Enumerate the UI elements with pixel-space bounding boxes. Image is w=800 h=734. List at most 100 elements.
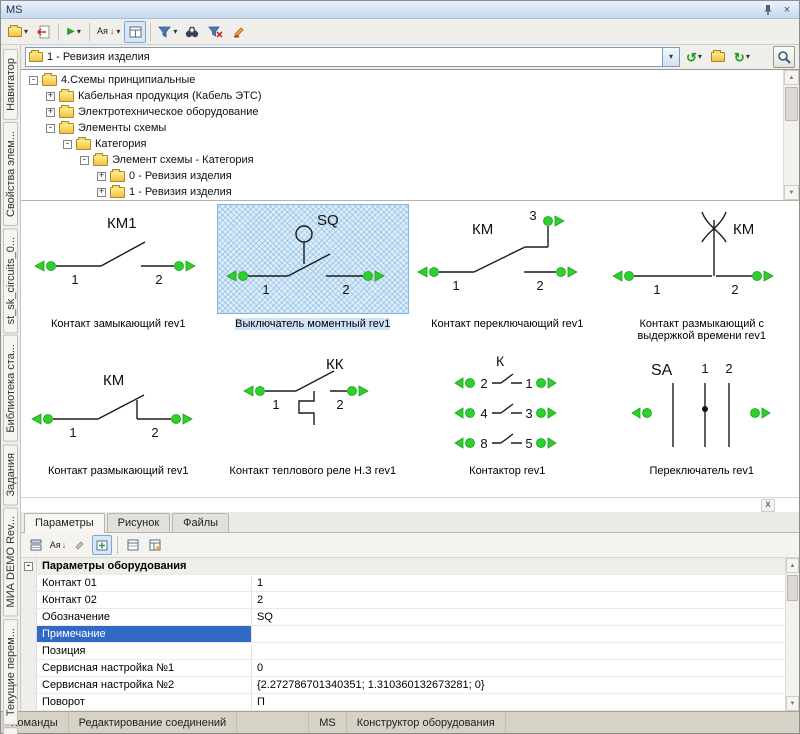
filter-clear-button[interactable]: [204, 21, 226, 43]
collapse-toggle[interactable]: -: [46, 124, 55, 133]
toolbar-separator: [58, 23, 59, 41]
symbol-card-momentary-switch[interactable]: SQ 1 2 Выключатель моментный rev1: [216, 203, 411, 350]
apply-button[interactable]: [92, 535, 112, 555]
collapse-toggle[interactable]: -: [29, 76, 38, 85]
property-value[interactable]: SQ: [252, 609, 785, 625]
history-back-button[interactable]: ↺ ▾: [683, 46, 705, 68]
sidebar-tab-current-variables[interactable]: Текущие перем...: [3, 619, 18, 725]
property-value[interactable]: 0: [252, 660, 785, 676]
sort-alpha-button[interactable]: Ая ↓: [48, 535, 68, 555]
scroll-down-button[interactable]: ▼: [786, 696, 799, 711]
form-view-icon: [127, 539, 139, 551]
property-row[interactable]: Поворот П: [21, 694, 785, 711]
search-button[interactable]: [773, 46, 795, 68]
tree-scrollbar[interactable]: ▲ ▼: [783, 70, 799, 200]
tree-node[interactable]: - Категория: [21, 136, 783, 152]
tree-node[interactable]: - Элементы схемы: [21, 120, 783, 136]
tree-node[interactable]: - 4.Схемы принципиальные: [21, 72, 783, 88]
history-forward-button[interactable]: ↻ ▾: [731, 46, 753, 68]
tree-node[interactable]: + 0 - Ревизия изделия: [21, 168, 783, 184]
collapse-toggle[interactable]: +: [46, 92, 55, 101]
sidebar-tab-tasks[interactable]: Задания: [3, 444, 18, 505]
layout-toggle-button[interactable]: [124, 21, 146, 43]
property-value[interactable]: [252, 626, 785, 642]
sidebar-tab-navigator[interactable]: Навигатор: [3, 49, 18, 120]
tab-parameters[interactable]: Параметры: [24, 513, 105, 533]
property-value[interactable]: 1: [252, 575, 785, 591]
close-x-button[interactable]: x: [761, 499, 775, 512]
sidebar-tab-standard-library[interactable]: Библиотека ста...: [3, 335, 18, 442]
filter-button[interactable]: ▾: [155, 21, 180, 43]
property-row[interactable]: Сервисная настройка №1 0: [21, 660, 785, 677]
find-button[interactable]: [181, 21, 203, 43]
property-value[interactable]: {2.272786701340351; 1.310360132673281; 0…: [252, 677, 785, 693]
symbol-card-nc-contact[interactable]: КМ 1 2 Контакт размыкающий rev1: [21, 350, 216, 497]
symbol-drawing-nc-time-delay-contact: КМ 1 2: [607, 204, 797, 314]
statusbar-item-ms[interactable]: MS: [309, 712, 347, 733]
statusbar-item-connection-editing[interactable]: Редактирование соединений: [69, 712, 238, 733]
combo-dropdown-button[interactable]: ▾: [662, 48, 679, 66]
categorize-button[interactable]: [26, 535, 46, 555]
scroll-up-button[interactable]: ▲: [784, 70, 799, 85]
sidebar-tab-chat[interactable]: Чат: [3, 727, 18, 734]
open-button[interactable]: ▾: [5, 21, 31, 43]
tree-node[interactable]: + Электротехническое оборудование: [21, 104, 783, 120]
parent-folder-button[interactable]: [708, 46, 728, 68]
symbol-title: КМ: [733, 221, 754, 238]
property-value[interactable]: [252, 643, 785, 659]
property-value[interactable]: П: [252, 694, 785, 710]
property-row[interactable]: Контакт 02 2: [21, 592, 785, 609]
property-row-selected[interactable]: Примечание: [21, 626, 785, 643]
format-button[interactable]: [227, 21, 249, 43]
property-row[interactable]: Обозначение SQ: [21, 609, 785, 626]
filter-icon: [158, 25, 171, 38]
scroll-thumb[interactable]: [785, 87, 798, 121]
close-button[interactable]: ×: [780, 3, 794, 16]
revision-combobox[interactable]: 1 - Ревизия изделия ▾: [25, 47, 680, 67]
category-collapse-toggle[interactable]: -: [24, 562, 33, 571]
scroll-track[interactable]: [786, 573, 799, 696]
sidebar-tab-mia-demo[interactable]: МИА DEMO Rev...: [3, 507, 18, 616]
table-settings-button[interactable]: [145, 535, 165, 555]
tree-node[interactable]: + Кабельная продукция (Кабель ЭТС): [21, 88, 783, 104]
symbol-card-selector-switch[interactable]: SA 1 2 Переключатель rev1: [605, 350, 800, 497]
statusbar-item-equipment-constructor[interactable]: Конструктор оборудования: [347, 712, 506, 733]
symbol-card-no-contact[interactable]: КМ1 1 2 Контакт замыкающий rev1: [21, 203, 216, 350]
scroll-track[interactable]: [784, 85, 799, 185]
run-button[interactable]: ▶ ▾: [63, 21, 85, 43]
sort-button[interactable]: Ая ↓ ▾: [94, 21, 123, 43]
form-view-button[interactable]: [123, 535, 143, 555]
scroll-thumb[interactable]: [787, 575, 798, 601]
sidebar-tab-element-properties[interactable]: Свойства элем...: [3, 122, 18, 226]
pin-button[interactable]: [761, 3, 775, 16]
collapse-toggle[interactable]: +: [46, 108, 55, 117]
symbol-card-contactor[interactable]: К 2 1 4 3: [410, 350, 605, 497]
sidebar-tab-st-sk-circuits[interactable]: st_sk_circuits_0...: [3, 228, 18, 333]
edit-pencil-icon: [74, 539, 86, 551]
scroll-down-button[interactable]: ▼: [784, 185, 799, 200]
property-row[interactable]: Контакт 01 1: [21, 575, 785, 592]
property-row[interactable]: Позиция: [21, 643, 785, 660]
property-category-row[interactable]: - Параметры оборудования: [21, 558, 785, 575]
terminal-label: 1: [701, 361, 708, 376]
scroll-up-button[interactable]: ▲: [786, 558, 799, 573]
property-row[interactable]: Сервисная настройка №2 {2.27278670134035…: [21, 677, 785, 694]
property-value[interactable]: 2: [252, 592, 785, 608]
collapse-toggle[interactable]: -: [63, 140, 72, 149]
collapse-toggle[interactable]: +: [97, 188, 106, 197]
symbol-drawing-momentary-switch: SQ 1 2: [218, 204, 408, 314]
collapse-toggle[interactable]: -: [80, 156, 89, 165]
symbol-card-nc-time-delay-contact[interactable]: КМ 1 2 Контакт размыкающий с выдержкой в…: [605, 203, 800, 350]
tree-node[interactable]: + 1 - Ревизия изделия: [21, 184, 783, 200]
grid-scrollbar[interactable]: ▲ ▼: [785, 558, 799, 711]
import-button[interactable]: [32, 21, 54, 43]
symbol-card-thermal-relay-contact[interactable]: КК 1 2 Контакт теплового реле Н.З rev1: [216, 350, 411, 497]
main-toolbar: ▾ ▶ ▾ Ая ↓ ▾ ▾: [1, 19, 799, 45]
tab-files[interactable]: Файлы: [172, 513, 229, 532]
pencil-icon: [232, 25, 245, 38]
collapse-toggle[interactable]: +: [97, 172, 106, 181]
edit-button[interactable]: [70, 535, 90, 555]
tab-drawing[interactable]: Рисунок: [107, 513, 171, 532]
symbol-card-changeover-contact[interactable]: КМ 1 2 3 Контакт переключающий rev1: [410, 203, 605, 350]
tree-node[interactable]: - Элемент схемы - Категория: [21, 152, 783, 168]
